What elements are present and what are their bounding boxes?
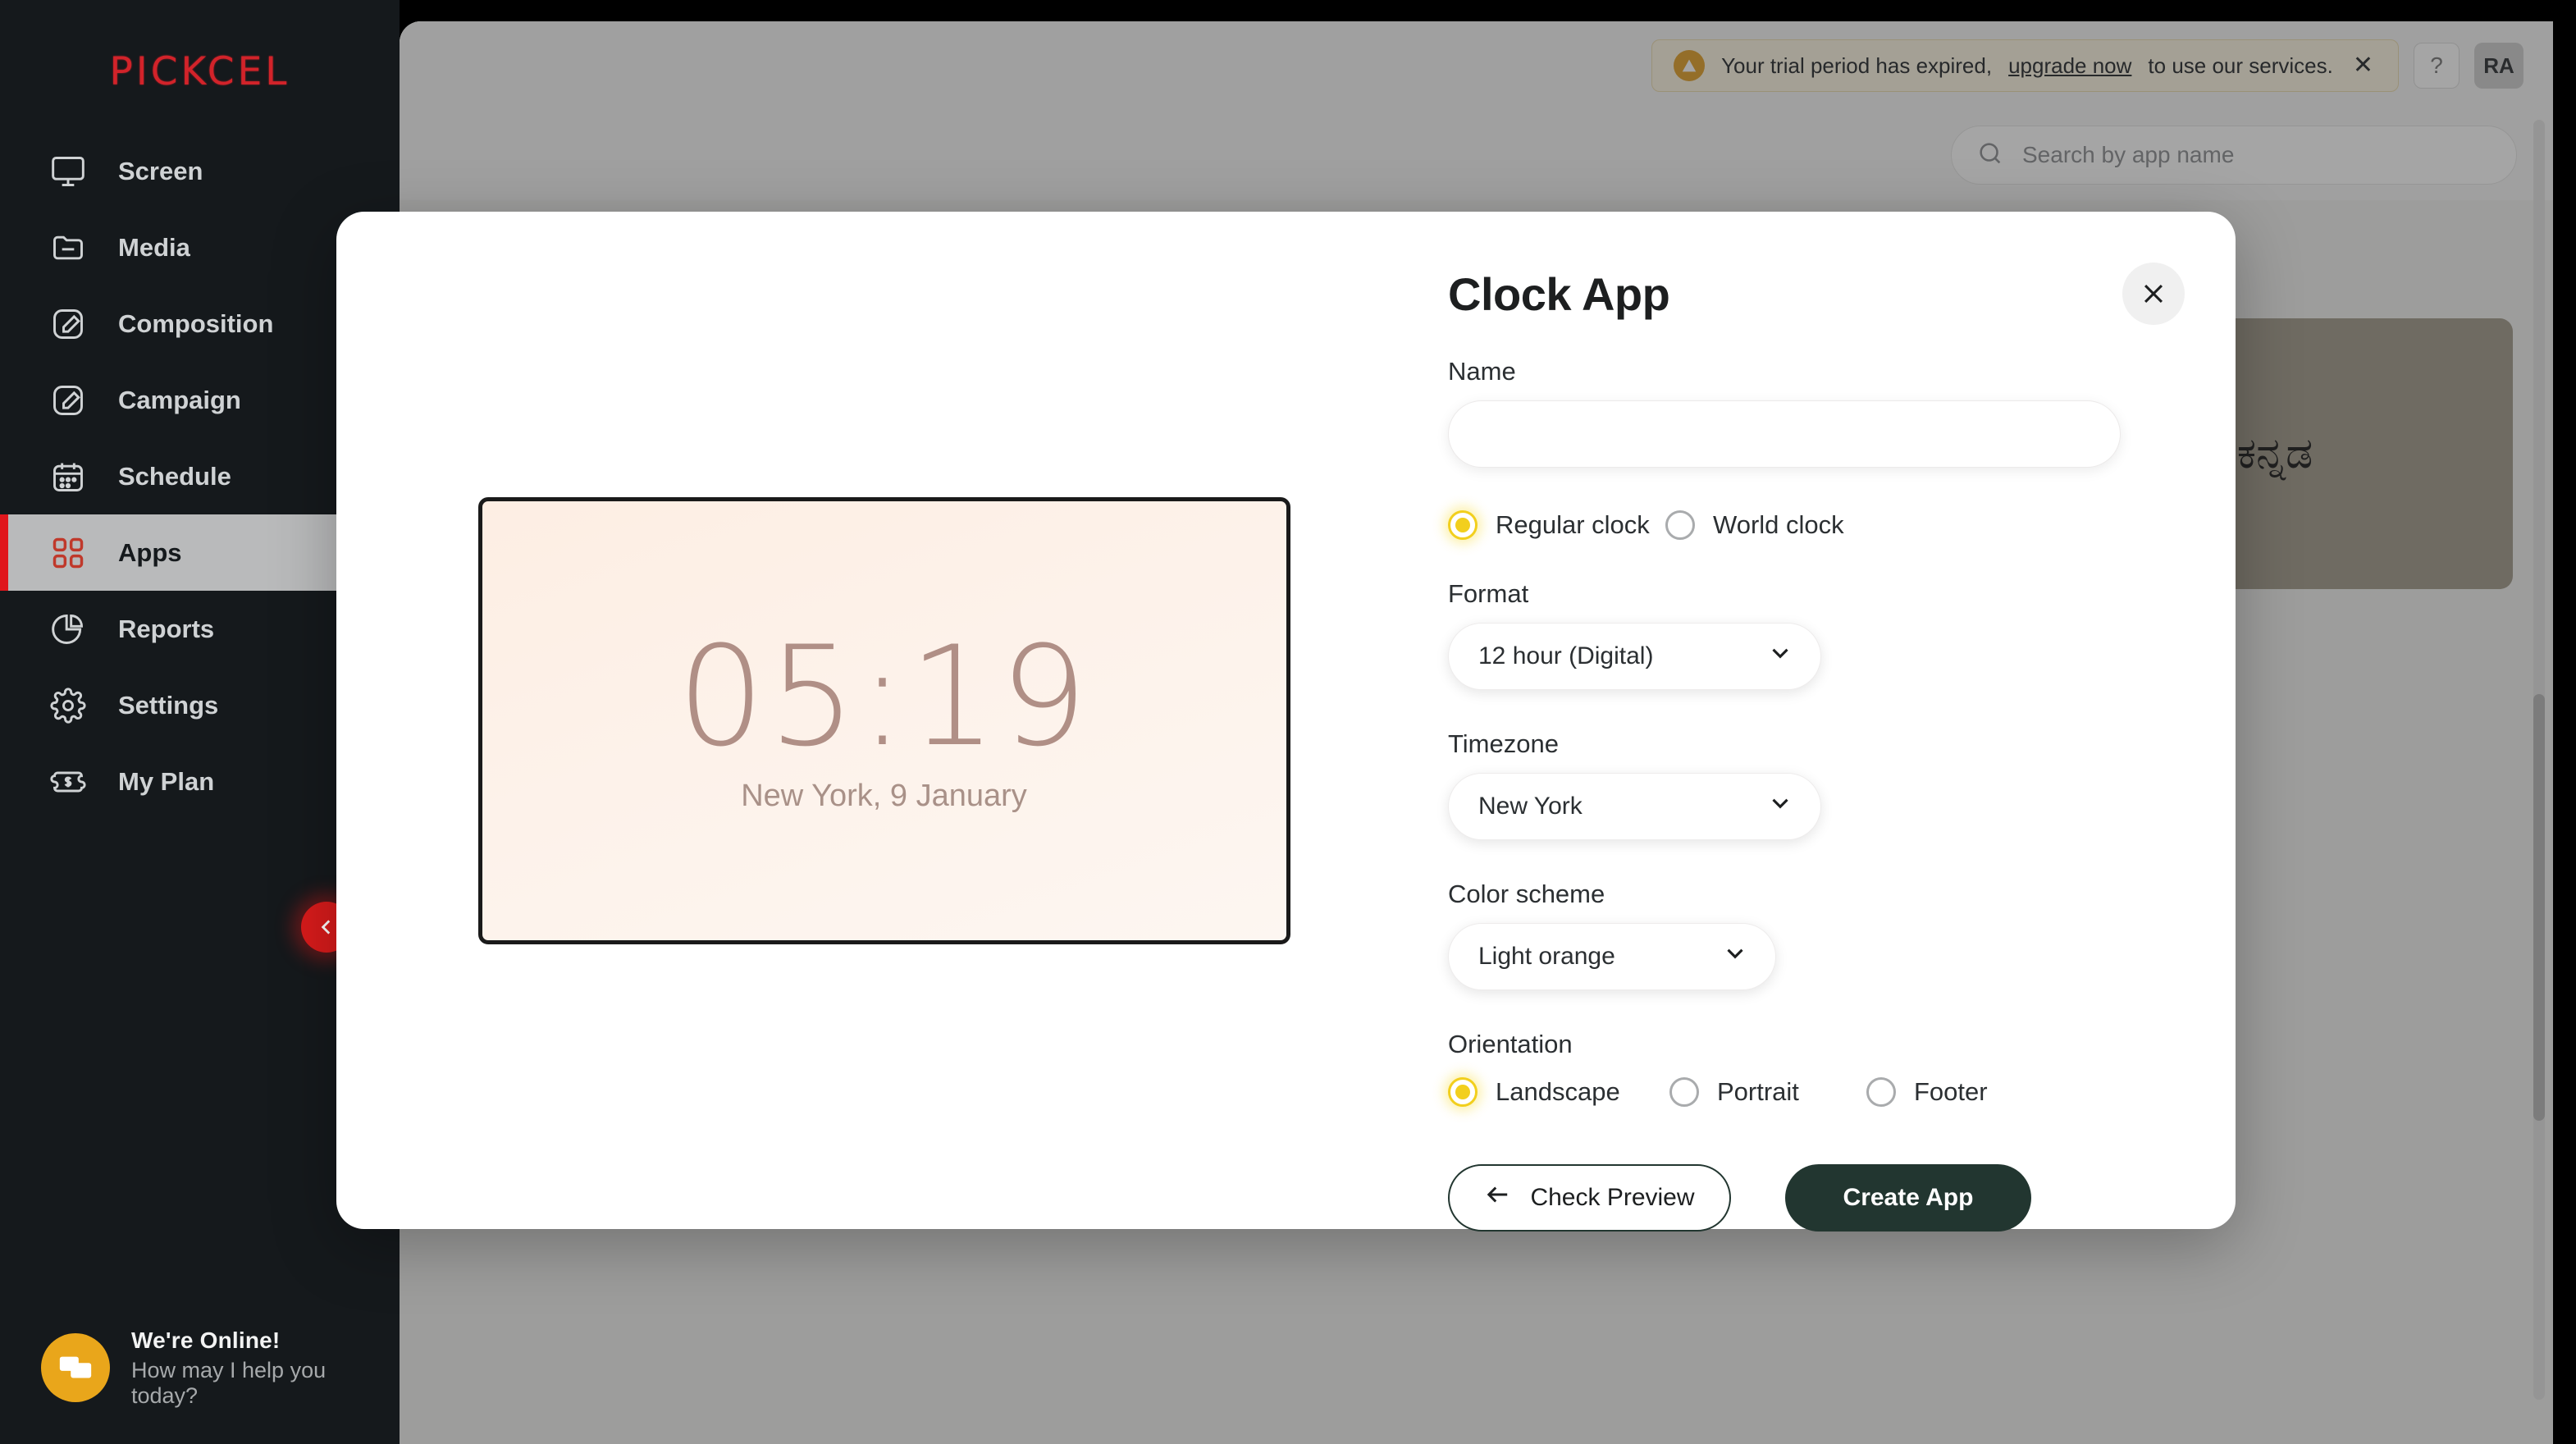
clock-preview-subtitle: New York, 9 January: [741, 779, 1027, 814]
sidebar-item-screen[interactable]: Screen: [0, 133, 400, 209]
sidebar-item-label: Campaign: [118, 386, 241, 415]
sidebar-item-label: Media: [118, 233, 190, 263]
radio-world-clock[interactable]: World clock: [1665, 510, 1844, 540]
chevron-down-icon: [1693, 939, 1749, 974]
orientation-field-group: Orientation Landscape Portrait Footer: [1448, 1030, 2178, 1107]
ticket-dollar-icon: [49, 763, 87, 801]
sidebar-item-label: Screen: [118, 157, 203, 186]
radio-dot-icon: [1448, 510, 1478, 540]
format-field-group: Format 12 hour (Digital): [1448, 579, 2178, 690]
sidebar-item-label: Reports: [118, 615, 214, 644]
app-root: PICKCEL Screen Media Composition Campaig: [0, 0, 2576, 1444]
name-field-group: Name: [1448, 357, 2178, 468]
brand-logo[interactable]: PICKCEL: [0, 10, 400, 133]
folder-icon: [49, 229, 87, 267]
radio-dot-icon: [1448, 1077, 1478, 1107]
color-scheme-field-group: Color scheme Light orange: [1448, 880, 2178, 990]
chevron-down-icon: [1738, 639, 1794, 674]
sidebar-item-label: My Plan: [118, 767, 214, 797]
name-input[interactable]: [1448, 400, 2121, 468]
brand-logo-text: PICKCEL: [110, 49, 290, 94]
radio-regular-clock[interactable]: Regular clock: [1448, 510, 1665, 540]
chat-bubbles-icon: [41, 1333, 110, 1402]
create-app-button[interactable]: Create App: [1785, 1164, 2031, 1232]
chat-widget[interactable]: We're Online! How may I help you today?: [23, 1314, 384, 1421]
clock-app-form: Clock App Name Regular clock World clock: [1432, 212, 2236, 1229]
chevron-down-icon: [1738, 789, 1794, 824]
radio-label: Landscape: [1496, 1077, 1620, 1107]
radio-dot-icon: [1866, 1077, 1896, 1107]
pie-chart-icon: [49, 610, 87, 648]
radio-label: Portrait: [1717, 1077, 1799, 1107]
color-scheme-label: Color scheme: [1448, 880, 2178, 909]
format-value: 12 hour (Digital): [1478, 642, 1653, 670]
chevron-left-icon: [316, 916, 337, 938]
radio-landscape[interactable]: Landscape: [1448, 1077, 1669, 1107]
radio-footer[interactable]: Footer: [1866, 1077, 1988, 1107]
close-icon[interactable]: [2122, 263, 2185, 325]
edit-square-icon: [49, 382, 87, 419]
sidebar-item-label: Apps: [118, 538, 182, 568]
radio-dot-icon: [1669, 1077, 1699, 1107]
calendar-icon: [49, 458, 87, 496]
monitor-icon: [49, 153, 87, 190]
timezone-label: Timezone: [1448, 729, 2178, 759]
chat-subtitle: How may I help you today?: [131, 1358, 384, 1409]
clock-preview-pane: 05:19 New York, 9 January: [336, 212, 1432, 1229]
check-preview-button[interactable]: Check Preview: [1448, 1164, 1731, 1232]
timezone-field-group: Timezone New York: [1448, 729, 2178, 840]
radio-label: Regular clock: [1496, 510, 1650, 540]
name-label: Name: [1448, 357, 2178, 386]
grid-icon: [49, 534, 87, 572]
clock-app-modal: 05:19 New York, 9 January Clock App Name…: [336, 212, 2236, 1229]
color-scheme-value: Light orange: [1478, 943, 1615, 971]
radio-label: Footer: [1914, 1077, 1988, 1107]
timezone-value: New York: [1478, 793, 1583, 820]
sidebar-item-label: Composition: [118, 309, 273, 339]
modal-footer: Check Preview Create App: [1448, 1164, 2178, 1232]
chat-text: We're Online! How may I help you today?: [131, 1327, 384, 1409]
clock-preview: 05:19 New York, 9 January: [478, 497, 1290, 944]
format-select[interactable]: 12 hour (Digital): [1448, 623, 1821, 690]
check-preview-label: Check Preview: [1530, 1184, 1694, 1212]
format-label: Format: [1448, 579, 2178, 609]
chat-title: We're Online!: [131, 1327, 280, 1353]
clock-preview-time: 05:19: [677, 628, 1090, 765]
radio-dot-icon: [1665, 510, 1695, 540]
sidebar-item-label: Settings: [118, 691, 218, 720]
color-scheme-select[interactable]: Light orange: [1448, 923, 1776, 990]
orientation-radio-group: Landscape Portrait Footer: [1448, 1077, 2178, 1107]
radio-label: World clock: [1713, 510, 1844, 540]
gear-icon: [49, 687, 87, 724]
timezone-select[interactable]: New York: [1448, 773, 1821, 840]
edit-square-icon: [49, 305, 87, 343]
page-title: Clock App: [1448, 267, 2178, 321]
arrow-left-icon: [1484, 1183, 1512, 1213]
sidebar-item-label: Schedule: [118, 462, 231, 491]
clock-type-radio-group: Regular clock World clock: [1448, 510, 2178, 540]
radio-portrait[interactable]: Portrait: [1669, 1077, 1866, 1107]
orientation-label: Orientation: [1448, 1030, 2178, 1059]
